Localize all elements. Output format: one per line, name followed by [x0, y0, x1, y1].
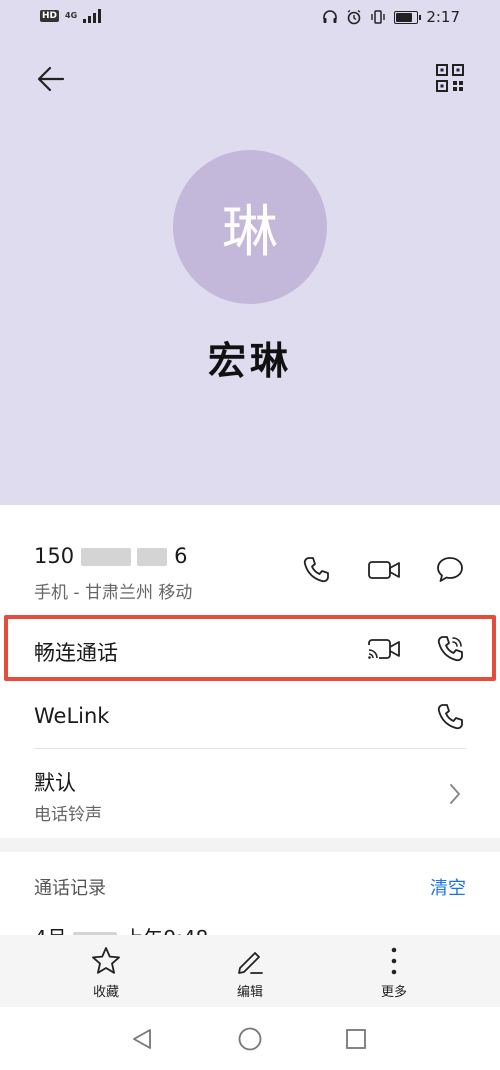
phone-number-row[interactable]: 150 6 手机 - 甘肃兰州 移动	[0, 520, 500, 620]
ringtone-title: 默认	[34, 771, 76, 795]
message-icon	[437, 557, 463, 582]
qr-code-icon	[436, 64, 464, 92]
welink-call-button[interactable]	[430, 697, 470, 737]
redacted-digits	[80, 548, 131, 566]
square-recents-icon	[346, 1029, 366, 1049]
triangle-back-icon	[133, 1029, 151, 1049]
call-log-title: 通话记录	[34, 878, 106, 899]
avatar-initial: 琳	[222, 199, 278, 265]
phone-icon	[303, 557, 329, 583]
signal-icon	[83, 9, 102, 23]
battery-icon	[394, 10, 422, 24]
headset-icon	[323, 10, 338, 23]
battery-level	[396, 12, 413, 22]
status-right: 2:17	[322, 8, 460, 26]
wifi-call-icon	[437, 636, 463, 662]
favorite-button[interactable]: 收藏	[66, 945, 146, 1000]
network-badge: 4G	[65, 11, 78, 20]
nav-recents-button[interactable]	[340, 1023, 372, 1055]
status-left: HD 4G	[40, 9, 105, 23]
changlian-video-button[interactable]	[364, 629, 404, 669]
alarm-icon	[347, 9, 361, 25]
more-vertical-icon	[391, 947, 397, 975]
phone-icon	[437, 704, 463, 730]
status-bar: HD 4G 2:17	[0, 0, 500, 38]
phone-number-prefix: 150	[34, 544, 75, 568]
video-call-button[interactable]	[364, 550, 404, 590]
vibrate-icon	[371, 10, 386, 24]
qr-code-button[interactable]	[428, 56, 472, 100]
edit-button[interactable]: 编辑	[210, 945, 290, 1000]
circle-home-icon	[238, 1027, 262, 1051]
ringtone-subtitle: 电话铃声	[34, 805, 102, 825]
call-button[interactable]	[296, 550, 336, 590]
contact-name: 宏琳	[207, 339, 292, 383]
bottom-action-bar: 收藏 编辑 更多	[0, 935, 500, 1007]
phone-number: 150 6	[34, 544, 188, 568]
video-icon	[368, 561, 400, 579]
arrow-left-icon	[37, 66, 65, 92]
pencil-icon	[238, 952, 263, 974]
clear-call-log-button[interactable]: 清空	[430, 874, 466, 900]
message-button[interactable]	[430, 550, 470, 590]
chevron-right-icon	[448, 782, 462, 810]
phone-number-suffix: 6	[174, 544, 188, 568]
status-time: 2:17	[426, 8, 460, 26]
favorite-label: 收藏	[92, 985, 119, 1000]
avatar[interactable]: 琳	[173, 150, 327, 304]
system-nav-bar	[0, 1007, 500, 1070]
more-button[interactable]: 更多	[354, 945, 434, 1000]
back-button[interactable]	[30, 58, 72, 100]
hd-badge: HD	[40, 10, 60, 22]
phone-location: 手机 - 甘肃兰州 移动	[34, 583, 193, 603]
star-icon	[92, 947, 120, 974]
edit-label: 编辑	[236, 985, 263, 1000]
changlian-call-button[interactable]	[430, 629, 470, 669]
divider	[34, 748, 466, 749]
section-separator	[0, 838, 500, 852]
more-label: 更多	[380, 985, 407, 1000]
changlian-label: 畅连通话	[34, 641, 118, 665]
cast-video-icon	[368, 639, 400, 659]
nav-back-button[interactable]	[126, 1023, 158, 1055]
redacted-digits	[137, 548, 168, 566]
welink-label: WeLink	[34, 704, 110, 728]
nav-home-button[interactable]	[234, 1023, 266, 1055]
